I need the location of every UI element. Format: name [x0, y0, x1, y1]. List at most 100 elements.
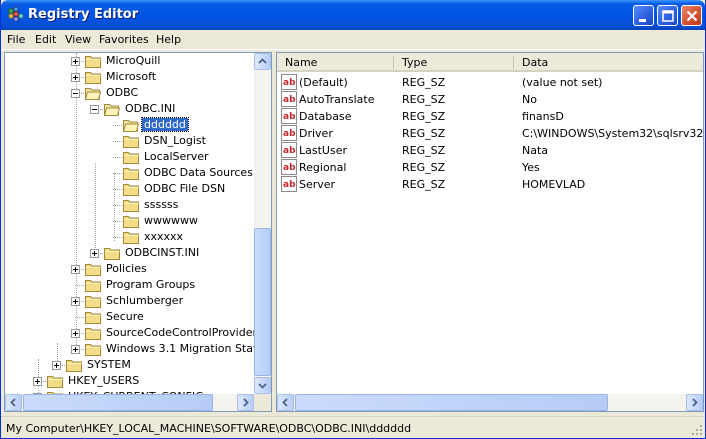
tree-item-windows-3-1-migration-status[interactable]: Windows 3.1 Migration Status — [5, 341, 270, 357]
close-button[interactable] — [681, 5, 702, 26]
minimize-button[interactable] — [633, 5, 654, 26]
tree-item-microsoft[interactable]: Microsoft — [5, 69, 253, 85]
scrollbar-corner — [254, 394, 271, 411]
folder-icon — [123, 167, 139, 180]
menu-favorites[interactable]: Favorites — [99, 33, 149, 46]
tree-item-label: Secure — [106, 310, 144, 323]
title-bar[interactable]: Registry Editor — [1, 0, 705, 30]
tree-item-schlumberger[interactable]: Schlumberger — [5, 293, 253, 309]
list-scroll-right-button[interactable] — [686, 394, 703, 411]
value-name: Regional — [299, 161, 347, 174]
tree-item-localserver[interactable]: LocalServer — [5, 149, 253, 165]
tree-item-label: ODBC File DSN — [144, 182, 226, 195]
column-name-label: Name — [285, 56, 318, 69]
tree-item-label: SourceCodeControlProvider — [106, 326, 257, 339]
expand-plus-icon[interactable] — [71, 345, 80, 354]
tree-item-dddddd[interactable]: dddddd — [5, 117, 253, 133]
tree-horizontal-scrollbar[interactable] — [5, 394, 254, 411]
folder-icon — [123, 183, 139, 196]
key-tree-pane[interactable]: MicroQuill Microsoft ODBC ODBC.INI dddddd DSN… — [4, 52, 272, 412]
resize-grip-icon[interactable] — [691, 424, 703, 436]
value-data: finansD — [522, 110, 564, 123]
menu-help[interactable]: Help — [156, 33, 181, 46]
collapse-minus-icon[interactable] — [90, 105, 99, 114]
tree-item-microquill[interactable]: MicroQuill — [5, 53, 253, 69]
value-data: HOMEVLAD — [522, 178, 586, 191]
tree-item-label: xxxxxx — [144, 230, 184, 243]
value-row[interactable]: ab LastUser REG_SZ Nata — [277, 142, 703, 159]
column-header-data[interactable]: Data — [514, 53, 703, 72]
value-row[interactable]: ab AutoTranslate REG_SZ No — [277, 91, 703, 108]
tree-item-xxxxxx[interactable]: xxxxxx — [5, 229, 253, 245]
value-name: Driver — [299, 127, 333, 140]
column-header-name[interactable]: Name — [277, 53, 394, 72]
tree-item-hkey-users[interactable]: HKEY_USERS — [5, 373, 253, 389]
tree-item-odbc-ini[interactable]: ODBC.INI — [5, 101, 253, 117]
list-scroll-left-button[interactable] — [277, 394, 294, 411]
tree-hscroll-thumb[interactable] — [23, 394, 213, 411]
folder-icon — [104, 247, 120, 260]
collapse-minus-icon[interactable] — [71, 89, 80, 98]
menu-bar: File Edit View Favorites Help — [1, 30, 705, 50]
list-hscroll-thumb[interactable] — [295, 394, 608, 411]
tree-item-ssssss[interactable]: ssssss — [5, 197, 253, 213]
expand-plus-icon[interactable] — [71, 265, 80, 274]
reg-sz-ab-icon: ab — [281, 159, 297, 175]
value-data: (value not set) — [522, 76, 603, 89]
svg-text:ab: ab — [283, 163, 296, 173]
tree-item-label: wwwwww — [144, 214, 198, 227]
folder-icon — [85, 55, 101, 68]
expand-plus-icon[interactable] — [71, 73, 80, 82]
tree-guide-line — [75, 285, 84, 286]
menu-edit[interactable]: Edit — [35, 33, 56, 46]
value-name: LastUser — [299, 144, 347, 157]
menu-view[interactable]: View — [65, 33, 91, 46]
chevron-right-icon — [243, 398, 249, 407]
tree-guide-line — [113, 141, 122, 142]
column-header-type[interactable]: Type — [394, 53, 514, 72]
expand-plus-icon[interactable] — [52, 361, 61, 370]
tree-item-odbcinst-ini[interactable]: ODBCINST.INI — [5, 245, 253, 261]
scroll-right-button[interactable] — [237, 394, 254, 411]
value-name: AutoTranslate — [299, 93, 375, 106]
value-row[interactable]: ab Server REG_SZ HOMEVLAD — [277, 176, 703, 193]
values-list-pane[interactable]: Name Type Data ab (Default) REG_SZ (value n… — [276, 52, 704, 412]
list-horizontal-scrollbar[interactable] — [277, 394, 703, 411]
scroll-left-button[interactable] — [5, 394, 22, 411]
tree-item-odbc-file-dsn[interactable]: ODBC File DSN — [5, 181, 253, 197]
tree-item-system[interactable]: SYSTEM — [5, 357, 253, 373]
tree-item-odbc-data-sources[interactable]: ODBC Data Sources — [5, 165, 253, 181]
folder-icon — [85, 327, 101, 340]
value-row[interactable]: ab Driver REG_SZ C:\WINDOWS\System32\sqlsrv… — [277, 125, 703, 142]
expand-plus-icon[interactable] — [71, 297, 80, 306]
tree-item-label: ODBCINST.INI — [125, 246, 200, 259]
tree-item-dsn-logist[interactable]: DSN_Logist — [5, 133, 253, 149]
tree-item-secure[interactable]: Secure — [5, 309, 253, 325]
tree-item-odbc[interactable]: ODBC — [5, 85, 253, 101]
expand-plus-icon[interactable] — [33, 377, 42, 386]
expand-plus-icon[interactable] — [90, 249, 99, 258]
tree-item-sourcecodecontrolprovider[interactable]: SourceCodeControlProvider — [5, 325, 257, 341]
folder-icon — [123, 151, 139, 164]
tree-item-wwwwww[interactable]: wwwwww — [5, 213, 253, 229]
tree-item-label: ODBC.INI — [125, 102, 176, 115]
value-row[interactable]: ab (Default) REG_SZ (value not set) — [277, 74, 703, 91]
tree-item-program-groups[interactable]: Program Groups — [5, 277, 253, 293]
tree-item-label: SYSTEM — [87, 358, 131, 371]
value-row[interactable]: ab Regional REG_SZ Yes — [277, 159, 703, 176]
tree-vertical-scrollbar[interactable] — [254, 53, 271, 394]
tree-item-label: HKEY_USERS — [68, 374, 140, 387]
close-icon — [686, 10, 698, 22]
value-row[interactable]: ab Database REG_SZ finansD — [277, 108, 703, 125]
window-title: Registry Editor — [28, 7, 139, 22]
maximize-button[interactable] — [657, 5, 678, 26]
expand-plus-icon[interactable] — [71, 329, 80, 338]
scroll-up-button[interactable] — [254, 53, 271, 70]
folder-icon — [66, 359, 82, 372]
expand-plus-icon[interactable] — [71, 57, 80, 66]
menu-file[interactable]: File — [7, 33, 25, 46]
value-type: REG_SZ — [402, 110, 446, 123]
tree-item-policies[interactable]: Policies — [5, 261, 253, 277]
tree-scroll-thumb[interactable] — [254, 228, 271, 376]
scroll-down-button[interactable] — [254, 377, 271, 394]
